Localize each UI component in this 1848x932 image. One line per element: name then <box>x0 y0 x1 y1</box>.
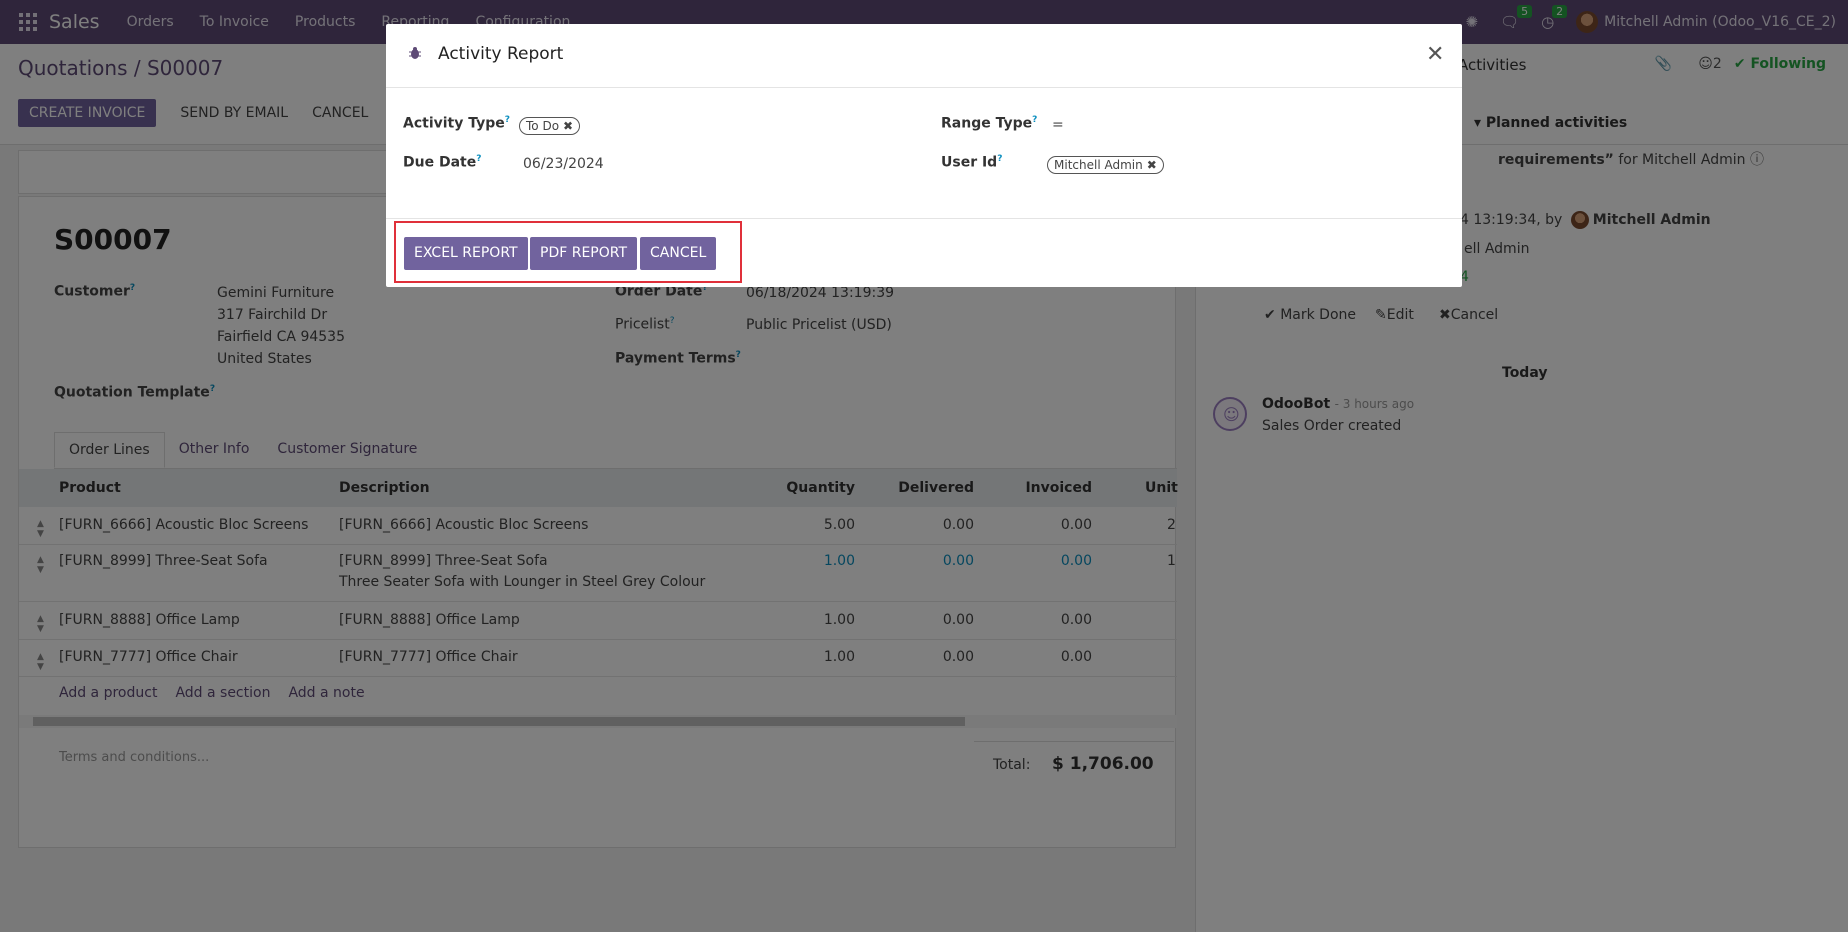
cancel-dialog-button[interactable]: Cancel <box>640 237 717 270</box>
dialog-title: Activity Report <box>438 44 564 64</box>
pdf-report-button[interactable]: PDF Report <box>530 237 638 270</box>
activity-type-label: Activity Type? <box>403 115 511 132</box>
dialog-footer <box>386 218 1462 219</box>
due-date-field[interactable]: 06/23/2024 <box>523 156 604 172</box>
close-icon[interactable]: ✕ <box>1426 42 1444 67</box>
bug-icon <box>409 47 421 59</box>
activity-type-tag[interactable]: To Do ✖ <box>519 117 581 135</box>
user-tag[interactable]: Mitchell Admin ✖ <box>1047 156 1164 174</box>
user-id-label: User Id? <box>941 154 1003 171</box>
activity-report-dialog: Activity Report ✕ Activity Type? To Do ✖ … <box>386 24 1462 287</box>
excel-report-button[interactable]: Excel Report <box>404 237 528 270</box>
range-type-label: Range Type? <box>941 115 1038 132</box>
remove-tag-icon[interactable]: ✖ <box>1147 158 1157 172</box>
dialog-header: Activity Report ✕ <box>386 24 1462 88</box>
range-type-field[interactable]: = <box>1052 117 1064 133</box>
due-date-label: Due Date? <box>403 154 482 171</box>
remove-tag-icon[interactable]: ✖ <box>563 119 573 133</box>
